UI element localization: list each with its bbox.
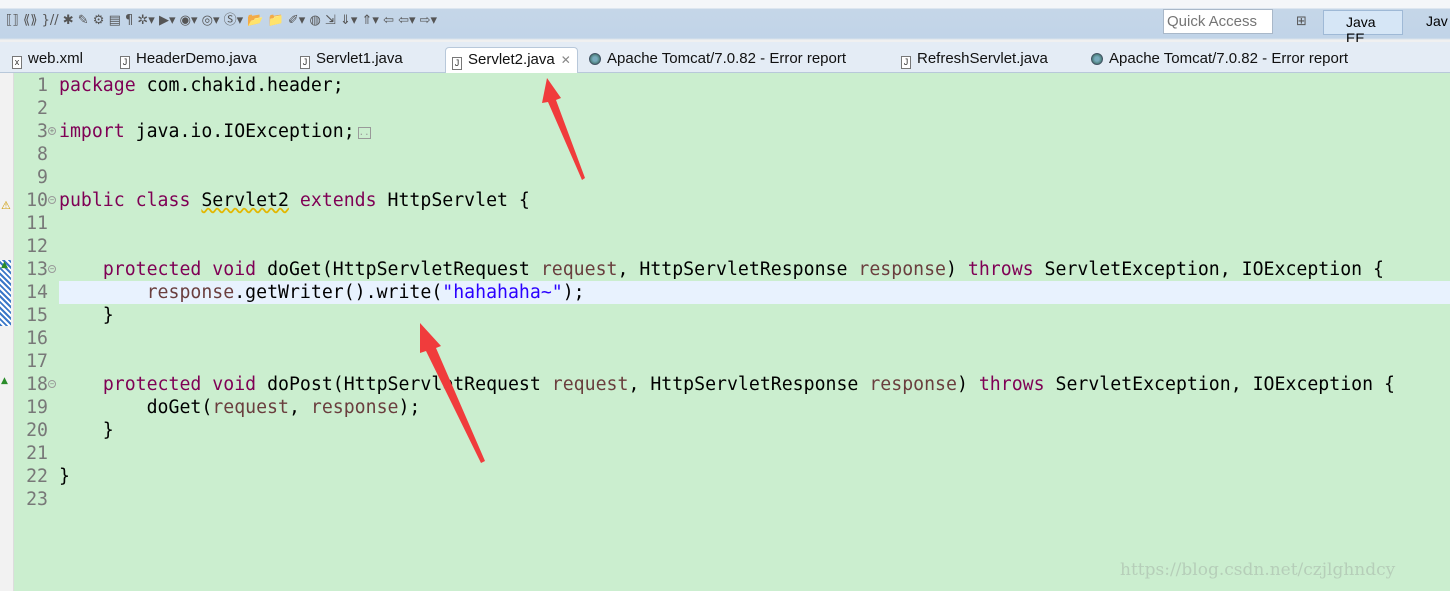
annotation-arrows — [420, 78, 585, 463]
arrow-to-tab — [542, 78, 585, 180]
arrow-to-code — [420, 323, 485, 463]
